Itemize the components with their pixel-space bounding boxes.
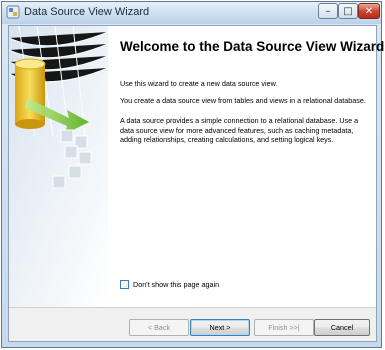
intro-paragraph: Use this wizard to create a new data sou… <box>120 79 278 88</box>
page-title: Welcome to the Data Source View Wizard <box>120 39 385 54</box>
wizard-banner-image <box>9 26 108 307</box>
close-button[interactable]: ✕ <box>358 3 380 19</box>
details-paragraph: A data source provides a simple connecti… <box>120 116 359 145</box>
button-bar: < Back Next > Finish >>| Cancel <box>9 307 376 341</box>
dont-show-again-label[interactable]: Don't show this page again <box>133 280 219 289</box>
finish-button[interactable]: Finish >>| <box>254 319 314 336</box>
minimize-button[interactable]: – <box>318 3 338 19</box>
wizard-window: Data Source View Wizard – □ ✕ Welcome to… <box>1 1 384 348</box>
description-paragraph: You create a data source view from table… <box>120 96 366 105</box>
next-button[interactable]: Next > <box>190 319 250 336</box>
cancel-button[interactable]: Cancel <box>314 319 370 336</box>
wizard-client-area: Welcome to the Data Source View Wizard U… <box>8 25 384 342</box>
database-graphic <box>9 26 108 307</box>
wizard-content: Welcome to the Data Source View Wizard U… <box>108 26 384 307</box>
app-icon <box>6 5 20 19</box>
maximize-button[interactable]: □ <box>338 3 358 19</box>
window-title: Data Source View Wizard <box>24 6 150 18</box>
title-bar[interactable]: Data Source View Wizard – □ ✕ <box>2 2 381 24</box>
dont-show-again-row[interactable]: Don't show this page again <box>120 278 219 290</box>
back-button[interactable]: < Back <box>129 319 189 336</box>
dont-show-again-checkbox[interactable] <box>120 279 129 289</box>
